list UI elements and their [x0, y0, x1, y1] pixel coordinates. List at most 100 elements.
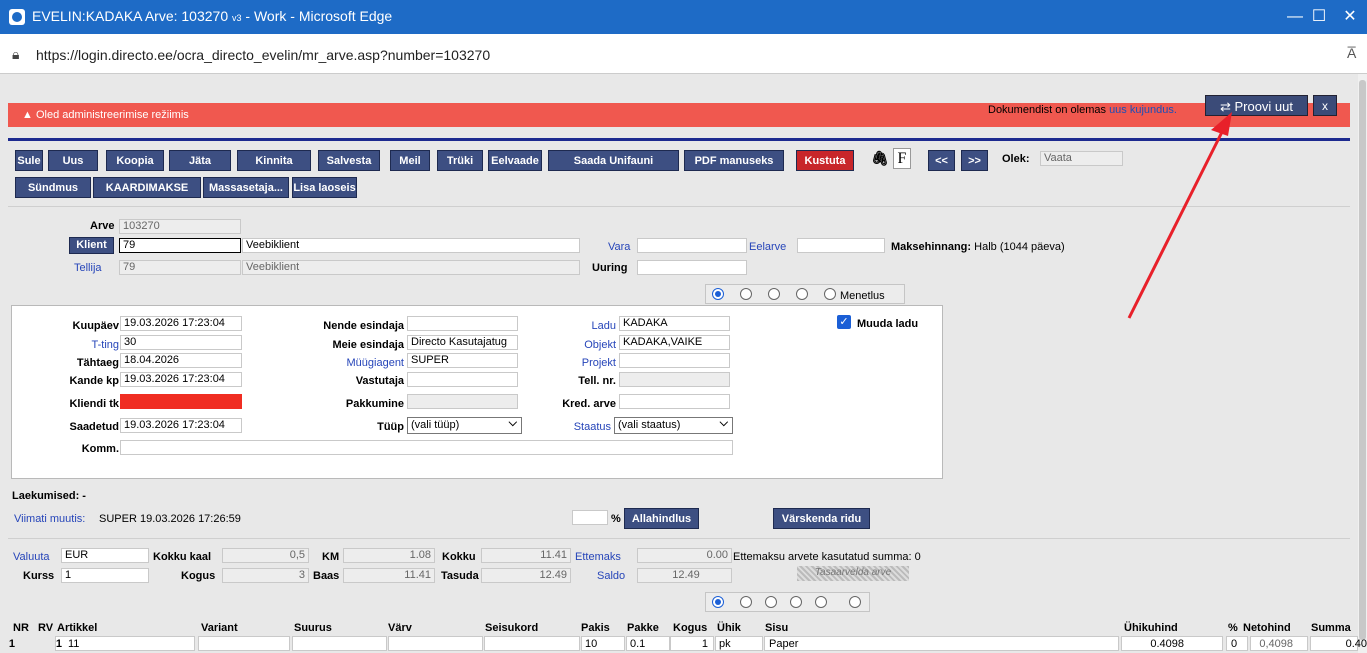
table-header-summa[interactable]: Summa	[1311, 622, 1351, 634]
meie-esindaja-field[interactable]: Directo Kasutajatug	[407, 335, 518, 350]
pakkumine-field	[407, 394, 518, 409]
tell-nr-label: Tell. nr.	[578, 375, 616, 387]
ladu-label[interactable]: Ladu	[592, 320, 616, 332]
kokku-label: Kokku	[442, 551, 476, 563]
baas-label: Baas	[313, 570, 340, 582]
tasuda-label: Tasuda	[441, 570, 479, 582]
table-cell-artikkel: 11	[68, 638, 80, 650]
kred-arve-label: Kred. arve	[562, 398, 616, 410]
komm-field[interactable]	[120, 440, 733, 455]
kokku-kaal-field: 0,5	[222, 548, 309, 563]
tahtaeg-field[interactable]: 18.04.2026	[120, 353, 242, 368]
table-header-variant[interactable]: Variant	[201, 622, 238, 634]
komm-label: Komm.	[81, 443, 119, 455]
toolbar-button-lisa-laoseis[interactable]: Lisa laoseis	[292, 177, 357, 198]
table-header--[interactable]: %	[1228, 622, 1238, 634]
tasuda-field: 12.49	[481, 568, 571, 583]
ettemaks-field: 0.00	[637, 548, 732, 563]
table-header-pakke[interactable]: Pakke	[627, 622, 659, 634]
toolbar-button-pdf-manuseks[interactable]: PDF manuseks	[684, 150, 784, 171]
table-header-kogus[interactable]: Kogus	[673, 622, 707, 634]
staatus-select[interactable]: (vali staatus)	[614, 416, 733, 434]
ettemaks-text: Ettemaksu arvete kasutatud summa: 0	[733, 551, 921, 563]
kokku-field: 11.41	[481, 548, 571, 563]
table-header-suurus[interactable]: Suurus	[294, 622, 332, 634]
table-header-sisu[interactable]: Sisu	[765, 622, 788, 634]
valuuta-field[interactable]: EUR	[61, 548, 149, 563]
saadetud-label: Saadetud	[69, 421, 119, 433]
toolbar-button-kaardimakse[interactable]: KAARDIMAKSE	[93, 177, 201, 198]
saadetud-field[interactable]: 19.03.2026 17:23:04	[120, 418, 242, 433]
ettemaks-label[interactable]: Ettemaks	[575, 551, 621, 563]
toolbar-button-j-ta[interactable]: Jäta	[169, 150, 231, 171]
objekt-label[interactable]: Objekt	[584, 339, 616, 351]
kande-kp-field[interactable]: 19.03.2026 17:23:04	[120, 372, 242, 387]
table-cell[interactable]	[198, 636, 290, 651]
kogus-field: 3	[222, 568, 309, 583]
tell-nr-field	[619, 372, 730, 387]
toolbar-button-uus[interactable]: Uus	[48, 150, 98, 171]
kliendi-tk-field[interactable]	[120, 394, 242, 409]
kuupaev-field[interactable]: 19.03.2026 17:23:04	[120, 316, 242, 331]
table-cell-pct: 0	[1231, 638, 1238, 650]
table-cell-uhik: pk	[719, 638, 731, 650]
toolbar-button-kustuta[interactable]: Kustuta	[796, 150, 854, 171]
table-cell-pakis: 10	[585, 638, 598, 650]
table-cell[interactable]	[484, 636, 580, 651]
table-cell[interactable]	[388, 636, 483, 651]
table-header-v-rv[interactable]: Värv	[388, 622, 412, 634]
nende-esindaja-field[interactable]	[407, 316, 518, 331]
kred-arve-field[interactable]	[619, 394, 730, 409]
toolbar-button-eelvaade[interactable]: Eelvaade	[488, 150, 542, 171]
muugiagent-label[interactable]: Müügiagent	[347, 357, 405, 369]
table-cell-pakke: 0.1	[630, 638, 646, 650]
table-cell-kogus: 1	[701, 638, 708, 650]
table-header-seisukord[interactable]: Seisukord	[485, 622, 538, 634]
tuup-select[interactable]: (vali tüüp)	[407, 416, 522, 434]
table-header-nr[interactable]: NR	[13, 622, 29, 634]
table-header--hikuhind[interactable]: Ühikuhind	[1124, 622, 1178, 634]
ladu-field[interactable]: KADAKA	[619, 316, 730, 331]
table-cell-sisu: Paper	[769, 638, 799, 650]
table-cell[interactable]	[292, 636, 387, 651]
toolbar-button-sule[interactable]: Sule	[15, 150, 43, 171]
toolbar-button-meil[interactable]: Meil	[390, 150, 430, 171]
staatus-label[interactable]: Staatus	[574, 421, 611, 433]
toolbar-button-saada-unifauni[interactable]: Saada Unifauni	[548, 150, 679, 171]
saldo-label[interactable]: Saldo	[597, 570, 625, 582]
table-header-pakis[interactable]: Pakis	[581, 622, 610, 634]
kurss-label: Kurss	[23, 570, 55, 582]
kokku-kaal-label: Kokku kaal	[153, 551, 212, 563]
table-header-artikkel[interactable]: Artikkel	[57, 622, 97, 634]
valuuta-label[interactable]: Valuuta	[13, 551, 50, 563]
toolbar-button-kinnita[interactable]: Kinnita	[237, 150, 311, 171]
vastutaja-field[interactable]	[407, 372, 518, 387]
tting-label[interactable]: T-ting	[91, 339, 119, 351]
toolbar-button-tr-ki[interactable]: Trüki	[437, 150, 483, 171]
projekt-label[interactable]: Projekt	[582, 357, 616, 369]
table-cell-summa: 0.40	[1345, 638, 1367, 650]
kurss-field[interactable]: 1	[61, 568, 149, 583]
pakkumine-label: Pakkumine	[345, 398, 404, 410]
table-cell[interactable]	[764, 636, 1119, 651]
baas-field: 11.41	[343, 568, 435, 583]
tahtaeg-label: Tähtaeg	[76, 357, 119, 369]
table-cell-uhikuhind: 0.4098	[1150, 638, 1184, 650]
projekt-field[interactable]	[619, 353, 730, 368]
saldo-field: 12.49	[637, 568, 732, 583]
tting-field[interactable]: 30	[120, 335, 242, 350]
toolbar-button-koopia[interactable]: Koopia	[106, 150, 164, 171]
km-field: 1.08	[343, 548, 435, 563]
kliendi-tk-label: Kliendi tk	[69, 398, 119, 410]
table-header--hik[interactable]: Ühik	[717, 622, 741, 634]
table-header-netohind[interactable]: Netohind	[1243, 622, 1291, 634]
muugiagent-field[interactable]: SUPER	[407, 353, 518, 368]
objekt-field[interactable]: KADAKA,VAIKE	[619, 335, 730, 350]
toolbar-button-salvesta[interactable]: Salvesta	[318, 150, 380, 171]
toolbar-button-massasetaja-[interactable]: Massasetaja...	[203, 177, 289, 198]
km-label: KM	[322, 551, 340, 563]
table-header-rv[interactable]: RV	[38, 622, 53, 634]
nende-esindaja-label: Nende esindaja	[323, 320, 404, 332]
toolbar-button-s-ndmus[interactable]: Sündmus	[15, 177, 91, 198]
kogus-label: Kogus	[181, 570, 216, 582]
